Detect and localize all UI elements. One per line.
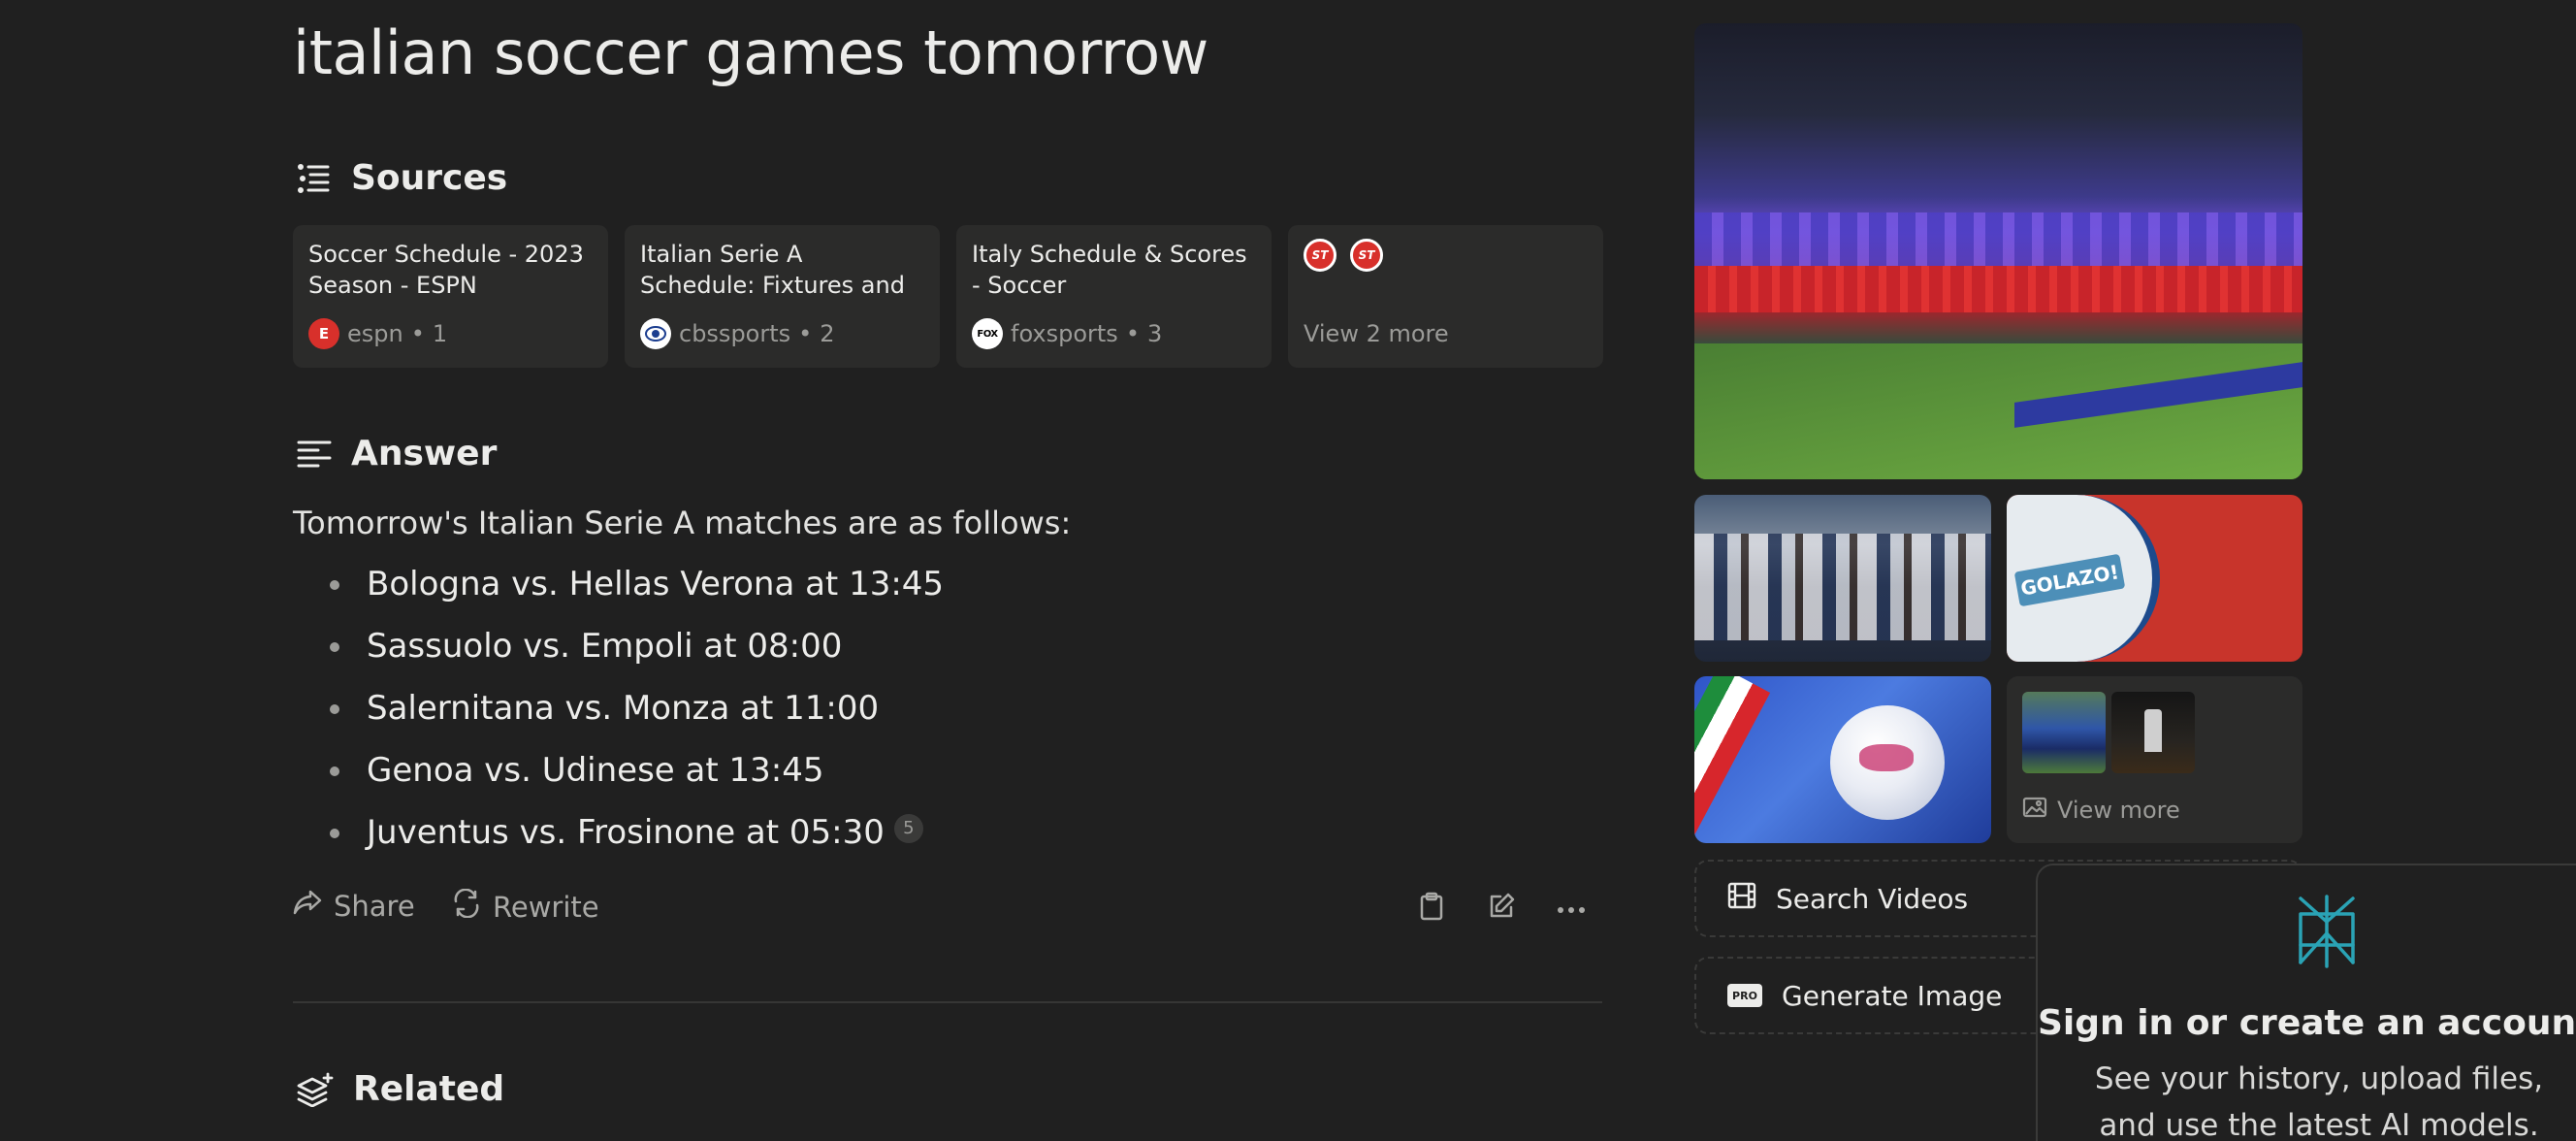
rewrite-button[interactable]: Rewrite: [452, 888, 599, 925]
list-item-text: Juventus vs. Frosinone at 05:30: [367, 813, 885, 852]
espn-logo-icon: E: [308, 318, 339, 349]
list-item: Juventus vs. Frosinone at 05:30 5: [293, 805, 944, 867]
edit-button[interactable]: [1484, 891, 1519, 926]
thumbnail-image: [2022, 692, 2106, 773]
rewrite-label: Rewrite: [493, 890, 599, 924]
source-separator: •: [1125, 320, 1140, 347]
more-source-logos: ST ST: [1304, 239, 1588, 272]
image-serie-a-ball[interactable]: [1694, 676, 1991, 843]
bullet: [330, 829, 339, 838]
query-title: italian soccer games tomorrow: [293, 17, 1208, 88]
pitch: [1694, 343, 2302, 479]
signin-title: Sign in or create an account: [2038, 1003, 2576, 1043]
view-more-images: View more: [2022, 797, 2180, 824]
source-meta: cbssports • 2: [640, 318, 835, 349]
share-label: Share: [334, 889, 415, 923]
related-heading-label: Related: [353, 1069, 505, 1109]
source-site: espn: [347, 320, 403, 347]
generate-image-label: Generate Image: [1782, 979, 2003, 1012]
italian-flag-stripe: [1694, 676, 1771, 843]
list-item-text: Salernitana vs. Monza at 11:00: [367, 689, 880, 728]
source-index: 1: [432, 320, 448, 347]
sources-row: Soccer Schedule - 2023 Season - ESPN E e…: [293, 225, 1603, 368]
ellipsis-icon: [1557, 899, 1586, 918]
players-group: [1694, 534, 1991, 640]
st-logo-icon: ST: [1350, 239, 1383, 272]
fox-logo-icon: FOX: [972, 318, 1003, 349]
image-icon: [2022, 797, 2047, 824]
perplexity-logo-icon: [2295, 895, 2359, 972]
source-separator: •: [410, 320, 425, 347]
sources-icon: [297, 161, 332, 196]
source-title: Italy Schedule & Scores - Soccer: [972, 241, 1247, 299]
list-item: Sassuolo vs. Empoli at 08:00: [293, 619, 944, 681]
answer-intro: Tomorrow's Italian Serie A matches are a…: [293, 505, 1072, 541]
answer-heading: Answer: [297, 434, 497, 473]
source-index: 2: [820, 320, 835, 347]
tifo-band: [1694, 266, 2302, 312]
source-site: foxsports: [1011, 320, 1118, 347]
source-separator: •: [798, 320, 813, 347]
source-card-espn[interactable]: Soccer Schedule - 2023 Season - ESPN E e…: [293, 225, 608, 368]
related-heading: Related: [297, 1069, 504, 1109]
source-card-cbssports[interactable]: Italian Serie A Schedule: Fixtures and r…: [625, 225, 940, 368]
cbs-logo-icon: [640, 318, 671, 349]
answer-list: Bologna vs. Hellas Verona at 13:45 Sassu…: [293, 557, 944, 867]
source-title: Italian Serie A Schedule: Fixtures and r…: [640, 241, 905, 299]
source-site: cbssports: [679, 320, 791, 347]
pro-badge-icon: PRO: [1727, 984, 1762, 1007]
source-index: 3: [1146, 320, 1163, 347]
copy-button[interactable]: [1414, 891, 1449, 926]
bullet: [330, 642, 339, 652]
list-item-text: Sassuolo vs. Empoli at 08:00: [367, 627, 843, 666]
source-meta: E espn • 1: [308, 318, 447, 349]
clipboard-icon: [1419, 892, 1444, 925]
section-divider: [293, 1001, 1602, 1003]
answer-icon: [297, 439, 332, 470]
page: italian soccer games tomorrow Sources So…: [0, 0, 2576, 1141]
source-card-foxsports[interactable]: Italy Schedule & Scores - Soccer FOX fox…: [956, 225, 1272, 368]
source-meta: FOX foxsports • 3: [972, 318, 1162, 349]
sources-heading: Sources: [297, 158, 507, 198]
list-item: Bologna vs. Hellas Verona at 13:45: [293, 557, 944, 619]
view-more-images-label: View more: [2057, 797, 2180, 824]
view-more-sources-card[interactable]: ST ST View 2 more: [1288, 225, 1603, 368]
source-title: Soccer Schedule - 2023 Season - ESPN: [308, 241, 584, 299]
list-item-text: Genoa vs. Udinese at 13:45: [367, 751, 824, 790]
film-icon: [1727, 882, 1756, 916]
search-videos-label: Search Videos: [1776, 882, 1969, 915]
related-icon: [297, 1072, 334, 1107]
st-logo-icon: ST: [1304, 239, 1336, 272]
bullet: [330, 704, 339, 714]
sources-heading-label: Sources: [351, 158, 508, 198]
rewrite-icon: [452, 888, 481, 925]
share-icon: [293, 889, 322, 923]
answer-actions: Share Rewrite: [293, 888, 1602, 928]
share-button[interactable]: Share: [293, 889, 415, 923]
soccer-ball: [1830, 705, 1945, 820]
signin-popup[interactable]: Sign in or create an account See your hi…: [2036, 864, 2576, 1141]
thumbnail-image: [2111, 692, 2195, 773]
view-more-sources-label: View 2 more: [1304, 320, 1449, 347]
citation-badge[interactable]: 5: [893, 814, 923, 843]
image-golazo-network[interactable]: GOLAZO!: [2007, 495, 2302, 662]
edit-icon: [1487, 892, 1516, 925]
list-item: Salernitana vs. Monza at 11:00: [293, 681, 944, 743]
bullet: [330, 580, 339, 590]
image-team-celebration[interactable]: [1694, 495, 1991, 662]
list-item-text: Bologna vs. Hellas Verona at 13:45: [367, 565, 945, 603]
answer-heading-label: Answer: [351, 434, 498, 473]
bullet: [330, 766, 339, 776]
more-options-button[interactable]: [1554, 891, 1589, 926]
list-item: Genoa vs. Udinese at 13:45: [293, 743, 944, 805]
tifo-band: [1694, 212, 2302, 271]
view-more-images-tile[interactable]: View more: [2007, 676, 2302, 843]
image-stadium-tifo[interactable]: [1694, 23, 2302, 479]
signin-subtitle: See your history, upload files, and use …: [2094, 1061, 2544, 1141]
